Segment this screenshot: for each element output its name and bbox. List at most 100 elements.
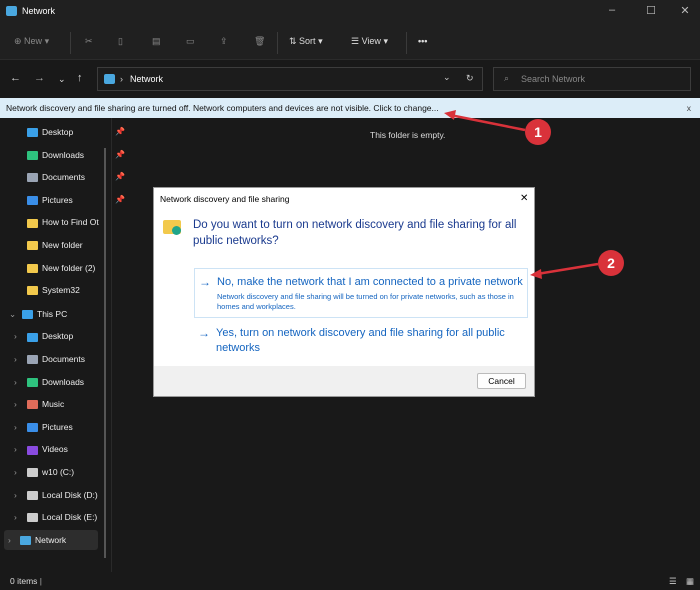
- chevron-right-icon[interactable]: ›: [14, 372, 17, 392]
- forward-icon[interactable]: →: [34, 72, 45, 84]
- sidebar-item-icon: [27, 150, 38, 160]
- sidebar-item-icon: [27, 468, 38, 478]
- pane-divider: [111, 118, 112, 572]
- tiles-view-icon[interactable]: ▦: [686, 572, 694, 590]
- pin-icon: 📌: [115, 194, 125, 204]
- infobar-text[interactable]: Network discovery and file sharing are t…: [6, 103, 439, 113]
- sidebar-item[interactable]: › Local Disk (D:): [14, 485, 98, 505]
- sidebar-item[interactable]: › Videos: [14, 439, 68, 459]
- arrow-right-icon: →: [199, 275, 211, 289]
- sidebar-item-icon: [27, 400, 38, 410]
- sidebar-item[interactable]: Documents 📌: [27, 167, 125, 187]
- paste-icon[interactable]: ▤: [152, 36, 161, 47]
- sidebar-item[interactable]: How to Find Ot: [27, 212, 99, 232]
- sidebar-item[interactable]: Downloads 📌: [27, 145, 125, 165]
- address-dropdown-icon[interactable]: ⌄: [443, 72, 451, 83]
- sidebar-item[interactable]: › Pictures: [14, 417, 73, 437]
- callout-1: 1: [525, 119, 551, 145]
- details-view-icon[interactable]: ☰: [669, 572, 677, 590]
- sidebar-item-network[interactable]: › Network: [4, 529, 98, 550]
- sidebar-item-icon: [27, 423, 38, 433]
- plus-icon: ⊕: [14, 36, 25, 46]
- copy-icon[interactable]: ▯: [118, 36, 123, 47]
- chevron-right-icon[interactable]: ›: [14, 507, 17, 527]
- sidebar-item[interactable]: Desktop 📌: [27, 122, 125, 142]
- dialog-close-button[interactable]: ✕: [520, 193, 528, 204]
- recent-chevron-icon[interactable]: ⌄: [58, 74, 66, 85]
- sidebar-item[interactable]: Pictures 📌: [27, 190, 125, 210]
- sort-icon: ⇅: [289, 36, 300, 46]
- view-button[interactable]: ☰ View ▾: [351, 36, 388, 47]
- breadcrumb-network[interactable]: Network: [130, 74, 163, 84]
- sidebar-item-icon: [27, 263, 38, 273]
- cut-icon[interactable]: ✂: [85, 36, 93, 47]
- sidebar-item-icon: [27, 196, 38, 206]
- more-button[interactable]: •••: [418, 36, 427, 46]
- private-network-option[interactable]: → No, make the network that I am connect…: [194, 268, 528, 318]
- share-icon[interactable]: ⇪: [220, 36, 228, 47]
- rename-icon[interactable]: ▭: [186, 36, 195, 47]
- network-icon: [6, 6, 17, 16]
- minimize-button[interactable]: –: [602, 4, 622, 16]
- sidebar-item[interactable]: › Desktop: [14, 326, 73, 346]
- sort-button[interactable]: ⇅ Sort ▾: [289, 36, 323, 47]
- address-bar[interactable]: › Network ⌄ ↻: [97, 67, 483, 91]
- view-icon: ☰: [351, 36, 362, 46]
- sidebar-item-icon: [27, 286, 38, 296]
- new-button[interactable]: ⊕ New ▾: [14, 36, 49, 47]
- navigation-pane: Desktop 📌 Downloads 📌 Documents 📌 Pictures 📌 How…: [0, 118, 125, 572]
- up-icon[interactable]: ↑: [77, 72, 83, 84]
- chevron-right-icon[interactable]: ›: [14, 394, 17, 414]
- chevron-right-icon[interactable]: ›: [14, 439, 17, 459]
- sidebar-item[interactable]: New folder (2): [27, 258, 95, 278]
- sidebar-scrollbar[interactable]: [104, 148, 106, 558]
- back-icon[interactable]: ←: [10, 72, 21, 84]
- breadcrumb-separator: ›: [120, 74, 123, 84]
- item-count: 0 items: [10, 576, 38, 586]
- dialog-title: Network discovery and file sharing: [160, 194, 290, 204]
- chevron-right-icon[interactable]: ›: [8, 530, 11, 550]
- chevron-right-icon[interactable]: ›: [14, 326, 17, 346]
- sidebar-item[interactable]: New folder: [27, 235, 83, 255]
- infobar-close-button[interactable]: x: [687, 98, 691, 118]
- sidebar-item-icon: [27, 513, 38, 523]
- network-discovery-infobar[interactable]: Network discovery and file sharing are t…: [0, 98, 700, 118]
- window-title: Network: [22, 6, 56, 16]
- option1-description: Network discovery and file sharing will …: [217, 292, 514, 311]
- sidebar-item-icon: [27, 377, 38, 387]
- callout-2: 2: [598, 250, 624, 276]
- close-button[interactable]: ✕: [675, 4, 695, 17]
- sidebar-item-icon: [27, 445, 38, 455]
- dialog-footer: Cancel: [154, 366, 534, 396]
- maximize-button[interactable]: ☐: [641, 4, 661, 17]
- option1-label: No, make the network that I am connected…: [217, 276, 523, 288]
- refresh-icon[interactable]: ↻: [466, 73, 474, 84]
- arrow-2: [536, 262, 599, 276]
- sidebar-item[interactable]: System32: [27, 280, 80, 300]
- sidebar-item[interactable]: › Downloads: [14, 372, 84, 392]
- sidebar-item[interactable]: › w10 (C:): [14, 462, 74, 482]
- chevron-right-icon[interactable]: ›: [14, 462, 17, 482]
- chevron-down-icon[interactable]: ⌄: [9, 304, 16, 324]
- sidebar-item[interactable]: › Music: [14, 394, 64, 414]
- chevron-right-icon[interactable]: ›: [14, 485, 17, 505]
- chevron-right-icon[interactable]: ›: [14, 417, 17, 437]
- empty-folder-message: This folder is empty.: [370, 130, 446, 140]
- status-bar: 0 items | ☰ ▦: [0, 572, 700, 590]
- sidebar-item[interactable]: › Documents: [14, 349, 85, 369]
- chevron-right-icon[interactable]: ›: [14, 349, 17, 369]
- divider: [277, 32, 278, 54]
- sidebar-item-this-pc[interactable]: ⌄ This PC: [9, 304, 67, 324]
- delete-icon[interactable]: 🗑: [254, 36, 265, 47]
- sidebar-item[interactable]: › Local Disk (E:): [14, 507, 97, 527]
- title-bar: Network – ☐ ✕: [0, 0, 700, 24]
- cancel-button[interactable]: Cancel: [477, 373, 526, 389]
- command-bar: ⊕ New ▾ ✂ ▯ ▤ ▭ ⇪ 🗑 ⇅ Sort ▾ ☰ View ▾ ••…: [0, 24, 700, 60]
- pin-icon: 📌: [115, 149, 125, 159]
- option2-label: Yes, turn on network discovery and file …: [216, 327, 505, 354]
- sidebar-item-icon: [27, 490, 38, 500]
- dialog-question: Do you want to turn on network discovery…: [193, 219, 517, 247]
- public-network-option[interactable]: → Yes, turn on network discovery and fil…: [194, 324, 528, 358]
- arrow-right-icon: →: [198, 326, 210, 340]
- search-input[interactable]: ⌕ Search Network: [493, 67, 691, 91]
